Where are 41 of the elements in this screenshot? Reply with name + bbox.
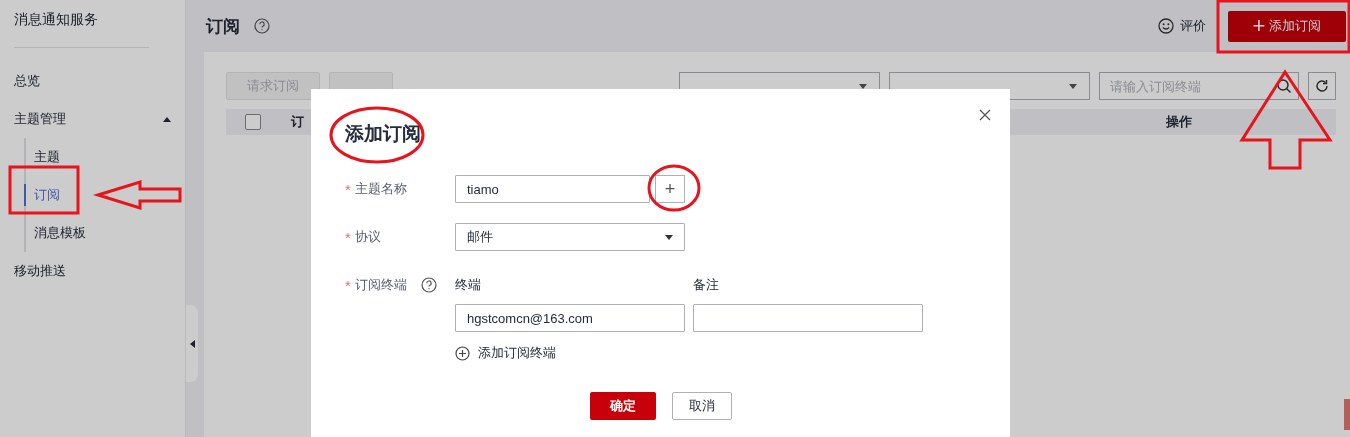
protocol-dropdown[interactable]: 邮件: [455, 223, 685, 251]
column-header: 终端: [455, 276, 482, 294]
highlight-ellipse: [647, 164, 701, 212]
refresh-icon: [1315, 79, 1329, 93]
page-title: 订阅: [206, 15, 240, 38]
nav-item[interactable]: 主题管理: [0, 100, 185, 138]
add-endpoint-link[interactable]: 添加订阅终端: [455, 344, 923, 362]
add-subscription-button[interactable]: + 添加订阅: [1228, 10, 1346, 42]
sidebar-title: 消息通知服务: [13, 11, 99, 29]
required-mark: *: [345, 276, 351, 294]
close-icon[interactable]: [979, 109, 991, 121]
column-header: 操作: [1166, 113, 1193, 131]
column-header: 订: [291, 113, 304, 131]
remark-field[interactable]: [693, 304, 923, 332]
required-mark: *: [345, 228, 351, 246]
search-icon[interactable]: [1276, 78, 1292, 94]
add-topic-button[interactable]: +: [655, 175, 685, 203]
cancel-button[interactable]: 取消: [672, 392, 732, 420]
collapse-handle[interactable]: [186, 305, 198, 382]
help-icon[interactable]: [254, 18, 270, 34]
nav-subitem[interactable]: 主题: [24, 138, 185, 176]
add-circle-icon: [455, 345, 470, 361]
nav-subitem[interactable]: 消息模板: [24, 214, 185, 252]
smiley-icon[interactable]: [1158, 18, 1174, 34]
field-label: 主题名称: [354, 180, 407, 198]
select-all-checkbox[interactable]: [245, 114, 261, 130]
endpoint-field[interactable]: hgstcomcn@163.com: [455, 304, 685, 332]
refresh-button[interactable]: [1308, 72, 1336, 100]
dialog-title: 添加订阅: [345, 122, 422, 146]
field-label: 订阅终端: [354, 276, 407, 294]
column-header: 备注: [693, 276, 720, 294]
required-mark: *: [345, 180, 351, 198]
search-field[interactable]: 请输入订阅终端: [1099, 72, 1299, 100]
rate-link[interactable]: 评价: [1180, 17, 1206, 35]
nav-item[interactable]: 移动推送: [0, 252, 185, 290]
confirm-button[interactable]: 确定: [590, 392, 656, 420]
help-icon[interactable]: [420, 277, 437, 293]
highlight-frame: [8, 165, 80, 215]
nav-item[interactable]: 总览: [0, 62, 185, 100]
topic-name-field[interactable]: tiamo: [455, 175, 650, 203]
field-label: 协议: [354, 228, 381, 246]
